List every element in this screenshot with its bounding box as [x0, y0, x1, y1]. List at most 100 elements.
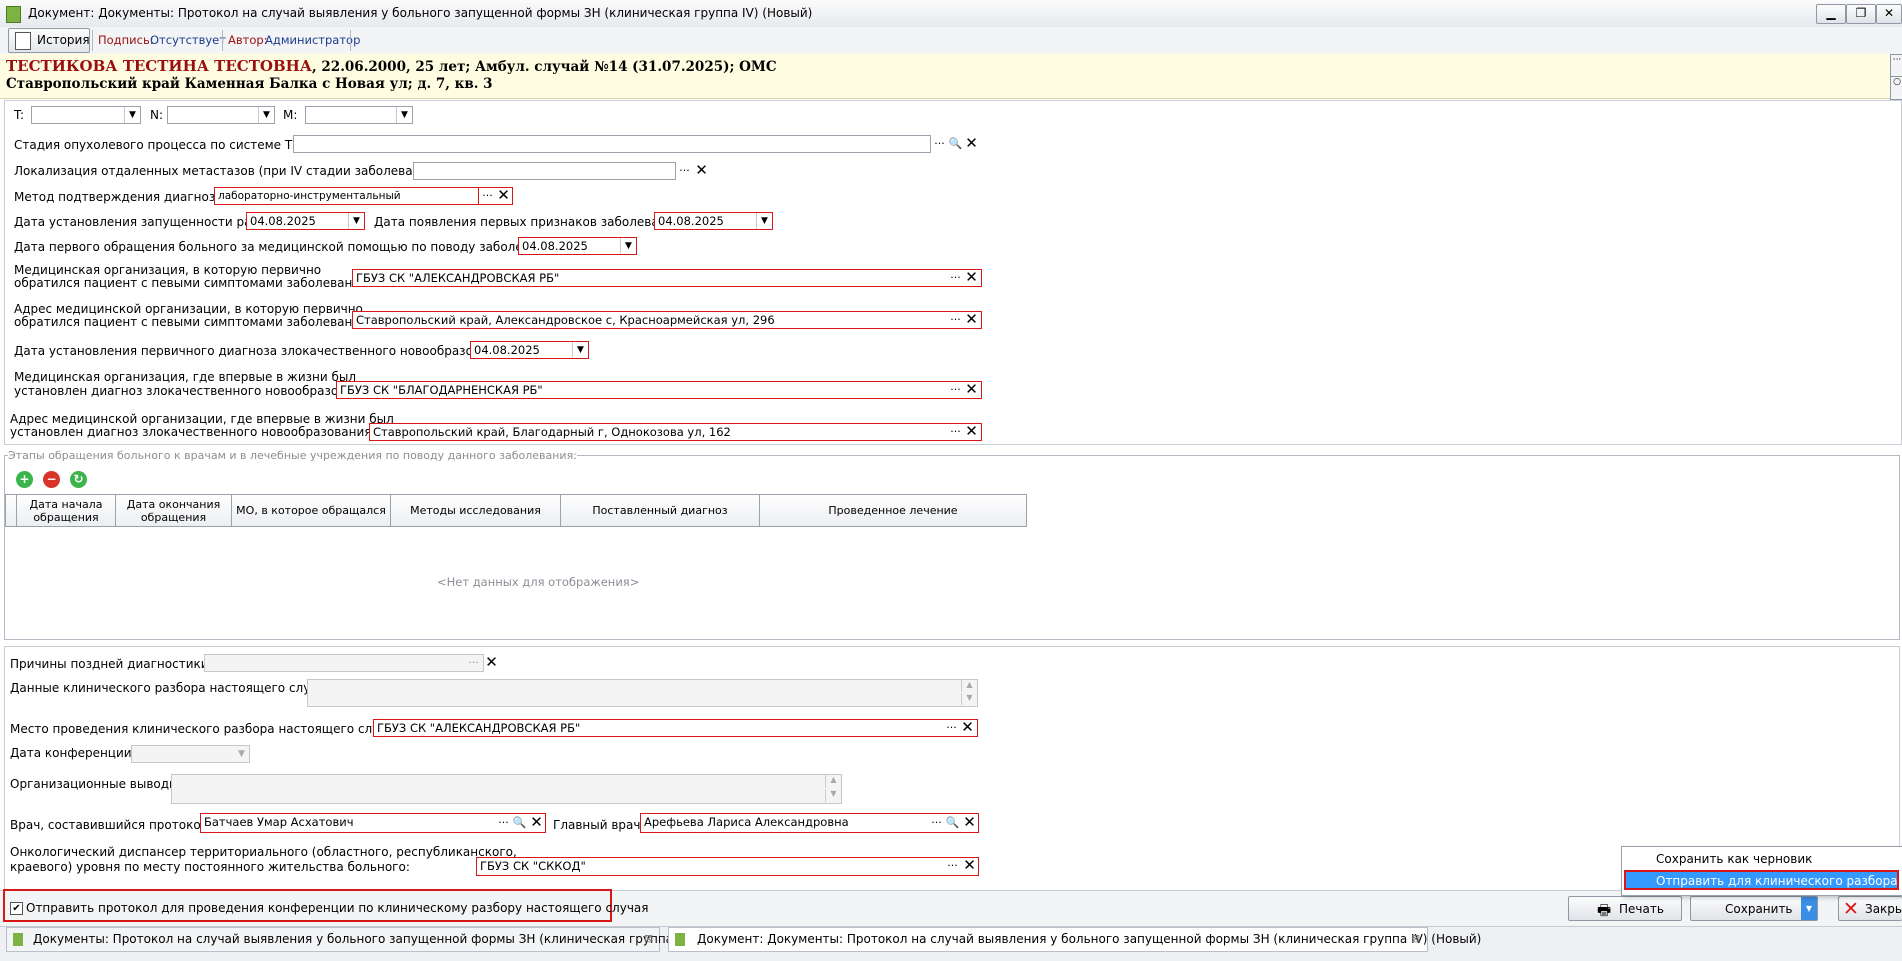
- diag-addr-field[interactable]: Ставропольский край, Благодарный г, Одно…: [369, 423, 982, 441]
- chevron-down-icon[interactable]: ▼: [620, 238, 636, 254]
- ellipsis-icon[interactable]: ···: [948, 312, 963, 328]
- add-icon[interactable]: +: [16, 471, 33, 488]
- clear-icon[interactable]: ✕: [694, 163, 709, 179]
- clear-icon[interactable]: ✕: [964, 270, 979, 286]
- stages-legend: Этапы обращения больного к врачам и в ле…: [8, 449, 577, 462]
- column-header[interactable]: Методы исследования: [390, 494, 561, 527]
- clinical-data-field[interactable]: [307, 679, 978, 707]
- scroll-up-icon[interactable]: ▲: [961, 680, 977, 692]
- n-select[interactable]: ▼: [167, 106, 275, 124]
- ellipsis-icon[interactable]: ···: [948, 270, 963, 286]
- document-icon: [6, 6, 21, 23]
- chevron-down-icon[interactable]: ▼: [124, 107, 140, 123]
- diag-addr-label: Адрес медицинской организации, где вперв…: [10, 412, 394, 426]
- remove-icon[interactable]: −: [43, 471, 60, 488]
- search-icon[interactable]: 🔍: [945, 815, 960, 831]
- ellipsis-icon[interactable]: ···: [945, 858, 960, 874]
- review-place-field[interactable]: ГБУЗ СК "АЛЕКСАНДРОВСКАЯ РБ": [373, 719, 978, 737]
- print-label: Печать: [1619, 902, 1664, 916]
- close-window-button[interactable]: ✕: [1876, 4, 1902, 24]
- refresh-icon[interactable]: ↻: [70, 471, 87, 488]
- dispensary-label: краевого) уровня по месту постоянного жи…: [10, 860, 410, 874]
- ellipsis-icon[interactable]: ···: [948, 382, 963, 398]
- diag-org-label: Медицинская организация, где впервые в ж…: [14, 370, 357, 384]
- column-header[interactable]: Проведенное лечение: [759, 494, 1027, 527]
- ellipsis-icon[interactable]: ···: [929, 815, 944, 831]
- print-button[interactable]: 🖶 Печать: [1568, 896, 1682, 921]
- scroll-down-icon[interactable]: ▼: [825, 789, 841, 802]
- tab-documents[interactable]: Документы: Протокол на случай выявления …: [6, 927, 693, 952]
- column-header[interactable]: МО, в которое обращался: [231, 494, 391, 527]
- patient-name: ТЕСТИКОВА ТЕСТИНА ТЕСТОВНА: [6, 57, 313, 75]
- dispensary-label: Онкологический диспансер территориальног…: [10, 845, 517, 859]
- ellipsis-icon[interactable]: ···: [944, 720, 959, 736]
- conclusions-field[interactable]: [171, 774, 842, 804]
- diag-org-field[interactable]: ГБУЗ СК "БЛАГОДАРНЕНСКАЯ РБ": [336, 381, 982, 399]
- ellipsis-icon[interactable]: ···: [932, 136, 947, 152]
- chevron-down-icon[interactable]: ▼: [572, 342, 588, 358]
- chief-label: Главный врач:: [553, 818, 645, 832]
- clear-icon[interactable]: ✕: [529, 815, 544, 831]
- dispensary-field[interactable]: ГБУЗ СК "СККОД": [476, 857, 979, 876]
- clear-icon[interactable]: ✕: [962, 858, 977, 874]
- chevron-down-icon[interactable]: ▼: [234, 746, 249, 762]
- stage-field[interactable]: [293, 135, 931, 153]
- chevron-down-icon[interactable]: ▼: [756, 213, 772, 229]
- doctor-field[interactable]: Батчаев Умар Асхатович: [200, 813, 546, 833]
- clear-icon[interactable]: ✕: [964, 424, 979, 440]
- ellipsis-icon[interactable]: ···: [466, 655, 481, 671]
- close-button[interactable]: ✕ Закрыть: [1838, 896, 1902, 921]
- first-addr-field[interactable]: Ставропольский край, Александровское с, …: [352, 311, 982, 329]
- ellipsis-icon[interactable]: ···: [948, 424, 963, 440]
- tab-document-new[interactable]: Документ: Документы: Протокол на случай …: [668, 927, 1481, 952]
- close-icon[interactable]: ⊠: [1411, 932, 1420, 945]
- save-draft-item[interactable]: Сохранить как черновик: [1656, 852, 1812, 866]
- conf-date-field[interactable]: [131, 745, 250, 763]
- restore-button[interactable]: ❐: [1846, 4, 1876, 24]
- clear-icon[interactable]: ✕: [960, 720, 975, 736]
- t-label: T:: [14, 108, 25, 122]
- scroll-up-icon[interactable]: ▲: [825, 775, 841, 788]
- send-checkbox-label[interactable]: Отправить протокол для проведения конфер…: [26, 901, 648, 915]
- column-header[interactable]: Поставленный диагноз: [560, 494, 760, 527]
- toolbar-separator: [222, 30, 223, 51]
- clear-icon[interactable]: ✕: [964, 312, 979, 328]
- column-header[interactable]: Дата начала обращения: [16, 494, 116, 527]
- history-button[interactable]: История: [8, 28, 90, 53]
- clear-icon[interactable]: ✕: [964, 136, 979, 152]
- clear-icon[interactable]: ✕: [962, 815, 977, 831]
- t-select[interactable]: ▼: [31, 106, 141, 124]
- author-value: Администратор: [265, 33, 361, 47]
- scroll-down-icon[interactable]: ▼: [961, 693, 977, 705]
- send-checkbox[interactable]: ✔: [10, 902, 23, 915]
- m-label: M:: [283, 108, 298, 122]
- neglect-date-label: Дата установления запущенности рака:: [14, 215, 271, 229]
- m-select[interactable]: ▼: [305, 106, 413, 124]
- minimize-button[interactable]: ▁: [1816, 4, 1846, 24]
- search-icon[interactable]: 🔍: [512, 815, 527, 831]
- save-button[interactable]: Сохранить ▼: [1690, 896, 1818, 921]
- save-dropdown-arrow[interactable]: ▼: [1801, 897, 1817, 920]
- ellipsis-icon[interactable]: ···: [496, 815, 511, 831]
- chevron-down-icon[interactable]: ▼: [348, 213, 364, 229]
- ellipsis-icon[interactable]: ···: [677, 163, 692, 179]
- chevron-down-icon[interactable]: ▼: [396, 107, 412, 123]
- send-review-item[interactable]: Отправить для клинического разбора: [1624, 870, 1899, 890]
- clear-icon[interactable]: ✕: [484, 655, 499, 671]
- first-org-label: обратился пациент с певыми симптомами за…: [14, 276, 372, 290]
- first-org-field[interactable]: ГБУЗ СК "АЛЕКСАНДРОВСКАЯ РБ": [352, 269, 982, 287]
- chevron-down-icon[interactable]: ▼: [258, 107, 274, 123]
- metastasis-field[interactable]: [413, 162, 676, 180]
- clinical-data-label: Данные клинического разбора настоящего с…: [10, 681, 337, 695]
- first-addr-label: Адрес медицинской организации, в которую…: [14, 302, 363, 316]
- clear-icon[interactable]: ✕: [964, 382, 979, 398]
- save-label: Сохранить: [1725, 902, 1793, 916]
- column-header[interactable]: Дата окончания обращения: [115, 494, 232, 527]
- side-button[interactable]: ···: [1890, 54, 1902, 78]
- side-button[interactable]: ○: [1890, 76, 1902, 100]
- required-border: [478, 187, 513, 205]
- late-reasons-field[interactable]: [204, 654, 484, 672]
- close-icon[interactable]: ⊠: [644, 932, 653, 945]
- search-icon[interactable]: 🔍: [948, 136, 963, 152]
- method-field[interactable]: лабораторно-инструментальный: [214, 187, 479, 205]
